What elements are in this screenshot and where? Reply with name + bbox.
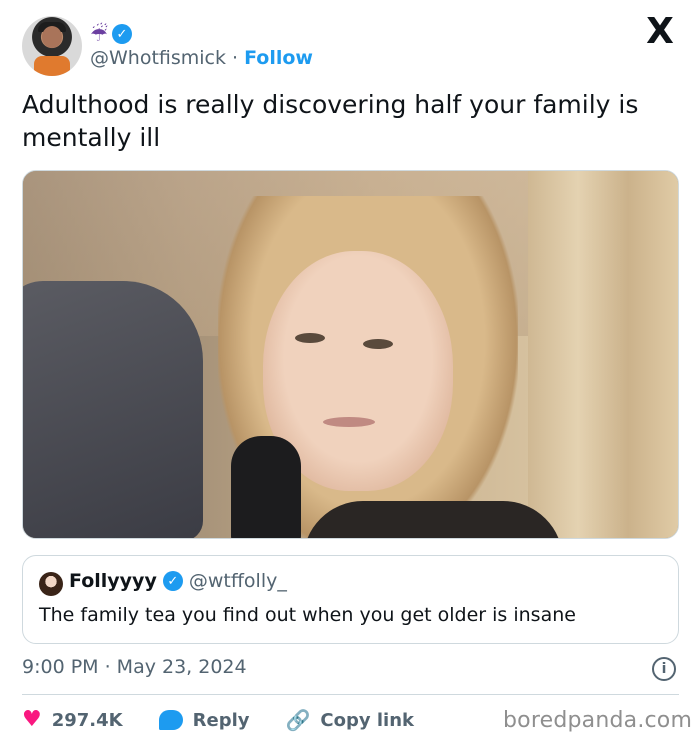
reply-label: Reply bbox=[192, 709, 250, 731]
umbrella-emoji: ☔ bbox=[90, 22, 108, 46]
quoted-header: Follyyyy ✓ @wtffolly_ bbox=[69, 570, 287, 592]
photo-shirt bbox=[303, 501, 563, 538]
copy-link-button[interactable]: 🔗 Copy link bbox=[285, 708, 414, 732]
quoted-avatar bbox=[39, 572, 63, 596]
tweet-timestamp[interactable]: 9:00 PM · May 23, 2024 bbox=[22, 656, 247, 678]
quoted-text: The family tea you find out when you get… bbox=[39, 604, 576, 626]
copy-link-label: Copy link bbox=[320, 709, 414, 731]
divider bbox=[22, 694, 679, 695]
quoted-verified-badge-icon: ✓ bbox=[162, 571, 183, 591]
reply-bubble-icon bbox=[158, 710, 183, 730]
quoted-tweet-card[interactable]: Follyyyy ✓ @wtffolly_ The family tea you… bbox=[22, 555, 679, 644]
separator-dot: · bbox=[232, 47, 239, 69]
author-handle[interactable]: @Whotfismick bbox=[90, 47, 226, 69]
author-avatar[interactable] bbox=[22, 16, 82, 76]
photo-pillow bbox=[23, 281, 203, 538]
avatar-head bbox=[42, 26, 62, 48]
photo-curtain bbox=[528, 171, 678, 538]
like-button[interactable]: ♥ 297.4K bbox=[22, 709, 123, 731]
reply-button[interactable]: Reply bbox=[158, 709, 250, 731]
verified-badge-icon: ✓ bbox=[111, 24, 132, 44]
follow-button[interactable]: Follow bbox=[244, 47, 313, 69]
x-logo-icon[interactable]: X bbox=[640, 12, 680, 52]
watermark: boredpanda.com bbox=[503, 708, 693, 733]
photo-right-eye bbox=[363, 339, 393, 349]
action-bar: ♥ 297.4K Reply 🔗 Copy link bbox=[22, 706, 450, 734]
tweet-photo[interactable] bbox=[22, 170, 679, 539]
quoted-handle: @wtffolly_ bbox=[188, 570, 287, 592]
photo-microphone bbox=[231, 436, 301, 538]
tweet-text: Adulthood is really discovering half you… bbox=[22, 90, 639, 152]
heart-icon: ♥ bbox=[22, 707, 42, 732]
quoted-name: Follyyyy bbox=[69, 570, 157, 592]
info-icon[interactable]: i bbox=[652, 657, 676, 681]
photo-mouth bbox=[323, 417, 375, 427]
photo-left-eye bbox=[295, 333, 325, 343]
author-handle-row: @Whotfismick · Follow bbox=[90, 47, 313, 69]
like-count: 297.4K bbox=[51, 709, 123, 731]
link-icon: 🔗 bbox=[285, 708, 311, 732]
avatar-shirt bbox=[34, 56, 70, 76]
author-name-row: ☔ ✓ bbox=[90, 20, 132, 48]
